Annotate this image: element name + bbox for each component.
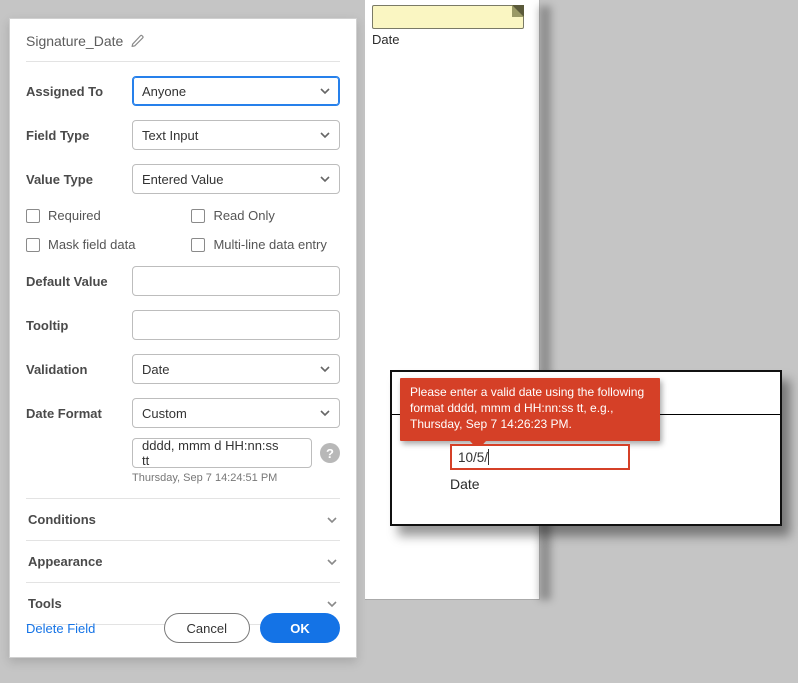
assigned-to-row: Assigned To Anyone	[26, 76, 340, 106]
value-type-select[interactable]: Entered Value	[132, 164, 340, 194]
validation-error-tooltip: Please enter a valid date using the foll…	[400, 378, 660, 441]
checkbox-icon	[191, 209, 205, 223]
multiline-checkbox[interactable]: Multi-line data entry	[191, 237, 326, 252]
date-input-label: Date	[450, 476, 480, 492]
validation-row: Validation Date	[26, 354, 340, 384]
date-field-tag-label: Date	[372, 32, 399, 47]
custom-format-row: dddd, mmm d HH:nn:ss tt ? Thursday, Sep …	[26, 438, 340, 484]
date-format-select[interactable]: Custom	[132, 398, 340, 428]
date-input-invalid[interactable]: 10/5/	[450, 444, 630, 470]
checkbox-icon	[26, 209, 40, 223]
delete-field-link[interactable]: Delete Field	[26, 621, 95, 636]
accordion: Conditions Appearance Tools	[26, 498, 340, 625]
accordion-appearance[interactable]: Appearance	[26, 541, 340, 583]
accordion-conditions-label: Conditions	[28, 512, 96, 527]
required-checkbox[interactable]: Required	[26, 208, 135, 223]
value-type-label: Value Type	[26, 172, 132, 187]
assigned-to-label: Assigned To	[26, 84, 132, 99]
multiline-label: Multi-line data entry	[213, 237, 326, 252]
mask-checkbox[interactable]: Mask field data	[26, 237, 135, 252]
tooltip-row: Tooltip	[26, 310, 340, 340]
chevron-down-icon	[326, 556, 338, 568]
tooltip-label: Tooltip	[26, 318, 132, 333]
read-only-label: Read Only	[213, 208, 274, 223]
accordion-appearance-label: Appearance	[28, 554, 102, 569]
accordion-tools-label: Tools	[28, 596, 62, 611]
field-type-label: Field Type	[26, 128, 132, 143]
mask-label: Mask field data	[48, 237, 135, 252]
field-properties-panel: Signature_Date Assigned To Anyone Field …	[9, 18, 357, 658]
default-value-label: Default Value	[26, 274, 132, 289]
chevron-down-icon	[319, 363, 331, 375]
chevron-down-icon	[319, 85, 331, 97]
date-format-value: Custom	[142, 406, 187, 421]
assigned-to-select[interactable]: Anyone	[132, 76, 340, 106]
date-format-label: Date Format	[26, 406, 132, 421]
validation-select[interactable]: Date	[132, 354, 340, 384]
checkbox-grid: Required Mask field data Read Only Multi…	[26, 208, 340, 252]
default-value-row: Default Value	[26, 266, 340, 296]
chevron-down-icon	[319, 173, 331, 185]
ok-button[interactable]: OK	[260, 613, 340, 643]
value-type-row: Value Type Entered Value	[26, 164, 340, 194]
text-caret	[488, 449, 489, 465]
date-format-row: Date Format Custom	[26, 398, 340, 428]
chevron-down-icon	[326, 598, 338, 610]
date-input-value: 10/5/	[458, 450, 488, 465]
chevron-down-icon	[326, 514, 338, 526]
read-only-checkbox[interactable]: Read Only	[191, 208, 326, 223]
field-type-row: Field Type Text Input	[26, 120, 340, 150]
accordion-conditions[interactable]: Conditions	[26, 499, 340, 541]
edit-name-icon[interactable]	[131, 34, 145, 48]
panel-title: Signature_Date	[26, 33, 123, 49]
required-label: Required	[48, 208, 101, 223]
date-field-tag[interactable]	[372, 5, 524, 29]
panel-title-row: Signature_Date	[26, 33, 340, 62]
chevron-down-icon	[319, 129, 331, 141]
field-type-value: Text Input	[142, 128, 198, 143]
checkbox-icon	[26, 238, 40, 252]
custom-format-text: dddd, mmm d HH:nn:ss tt	[142, 438, 283, 468]
default-value-input[interactable]	[132, 266, 340, 296]
field-type-select[interactable]: Text Input	[132, 120, 340, 150]
custom-format-preview: Thursday, Sep 7 14:24:51 PM	[132, 472, 340, 484]
validation-label: Validation	[26, 362, 132, 377]
checkbox-icon	[191, 238, 205, 252]
assigned-to-value: Anyone	[142, 84, 186, 99]
help-icon[interactable]: ?	[320, 443, 340, 463]
chevron-down-icon	[319, 407, 331, 419]
cancel-button[interactable]: Cancel	[164, 613, 250, 643]
tooltip-input[interactable]	[132, 310, 340, 340]
custom-format-input[interactable]: dddd, mmm d HH:nn:ss tt	[132, 438, 312, 468]
panel-footer: Delete Field Cancel OK	[26, 613, 340, 643]
value-type-value: Entered Value	[142, 172, 223, 187]
validation-value: Date	[142, 362, 169, 377]
